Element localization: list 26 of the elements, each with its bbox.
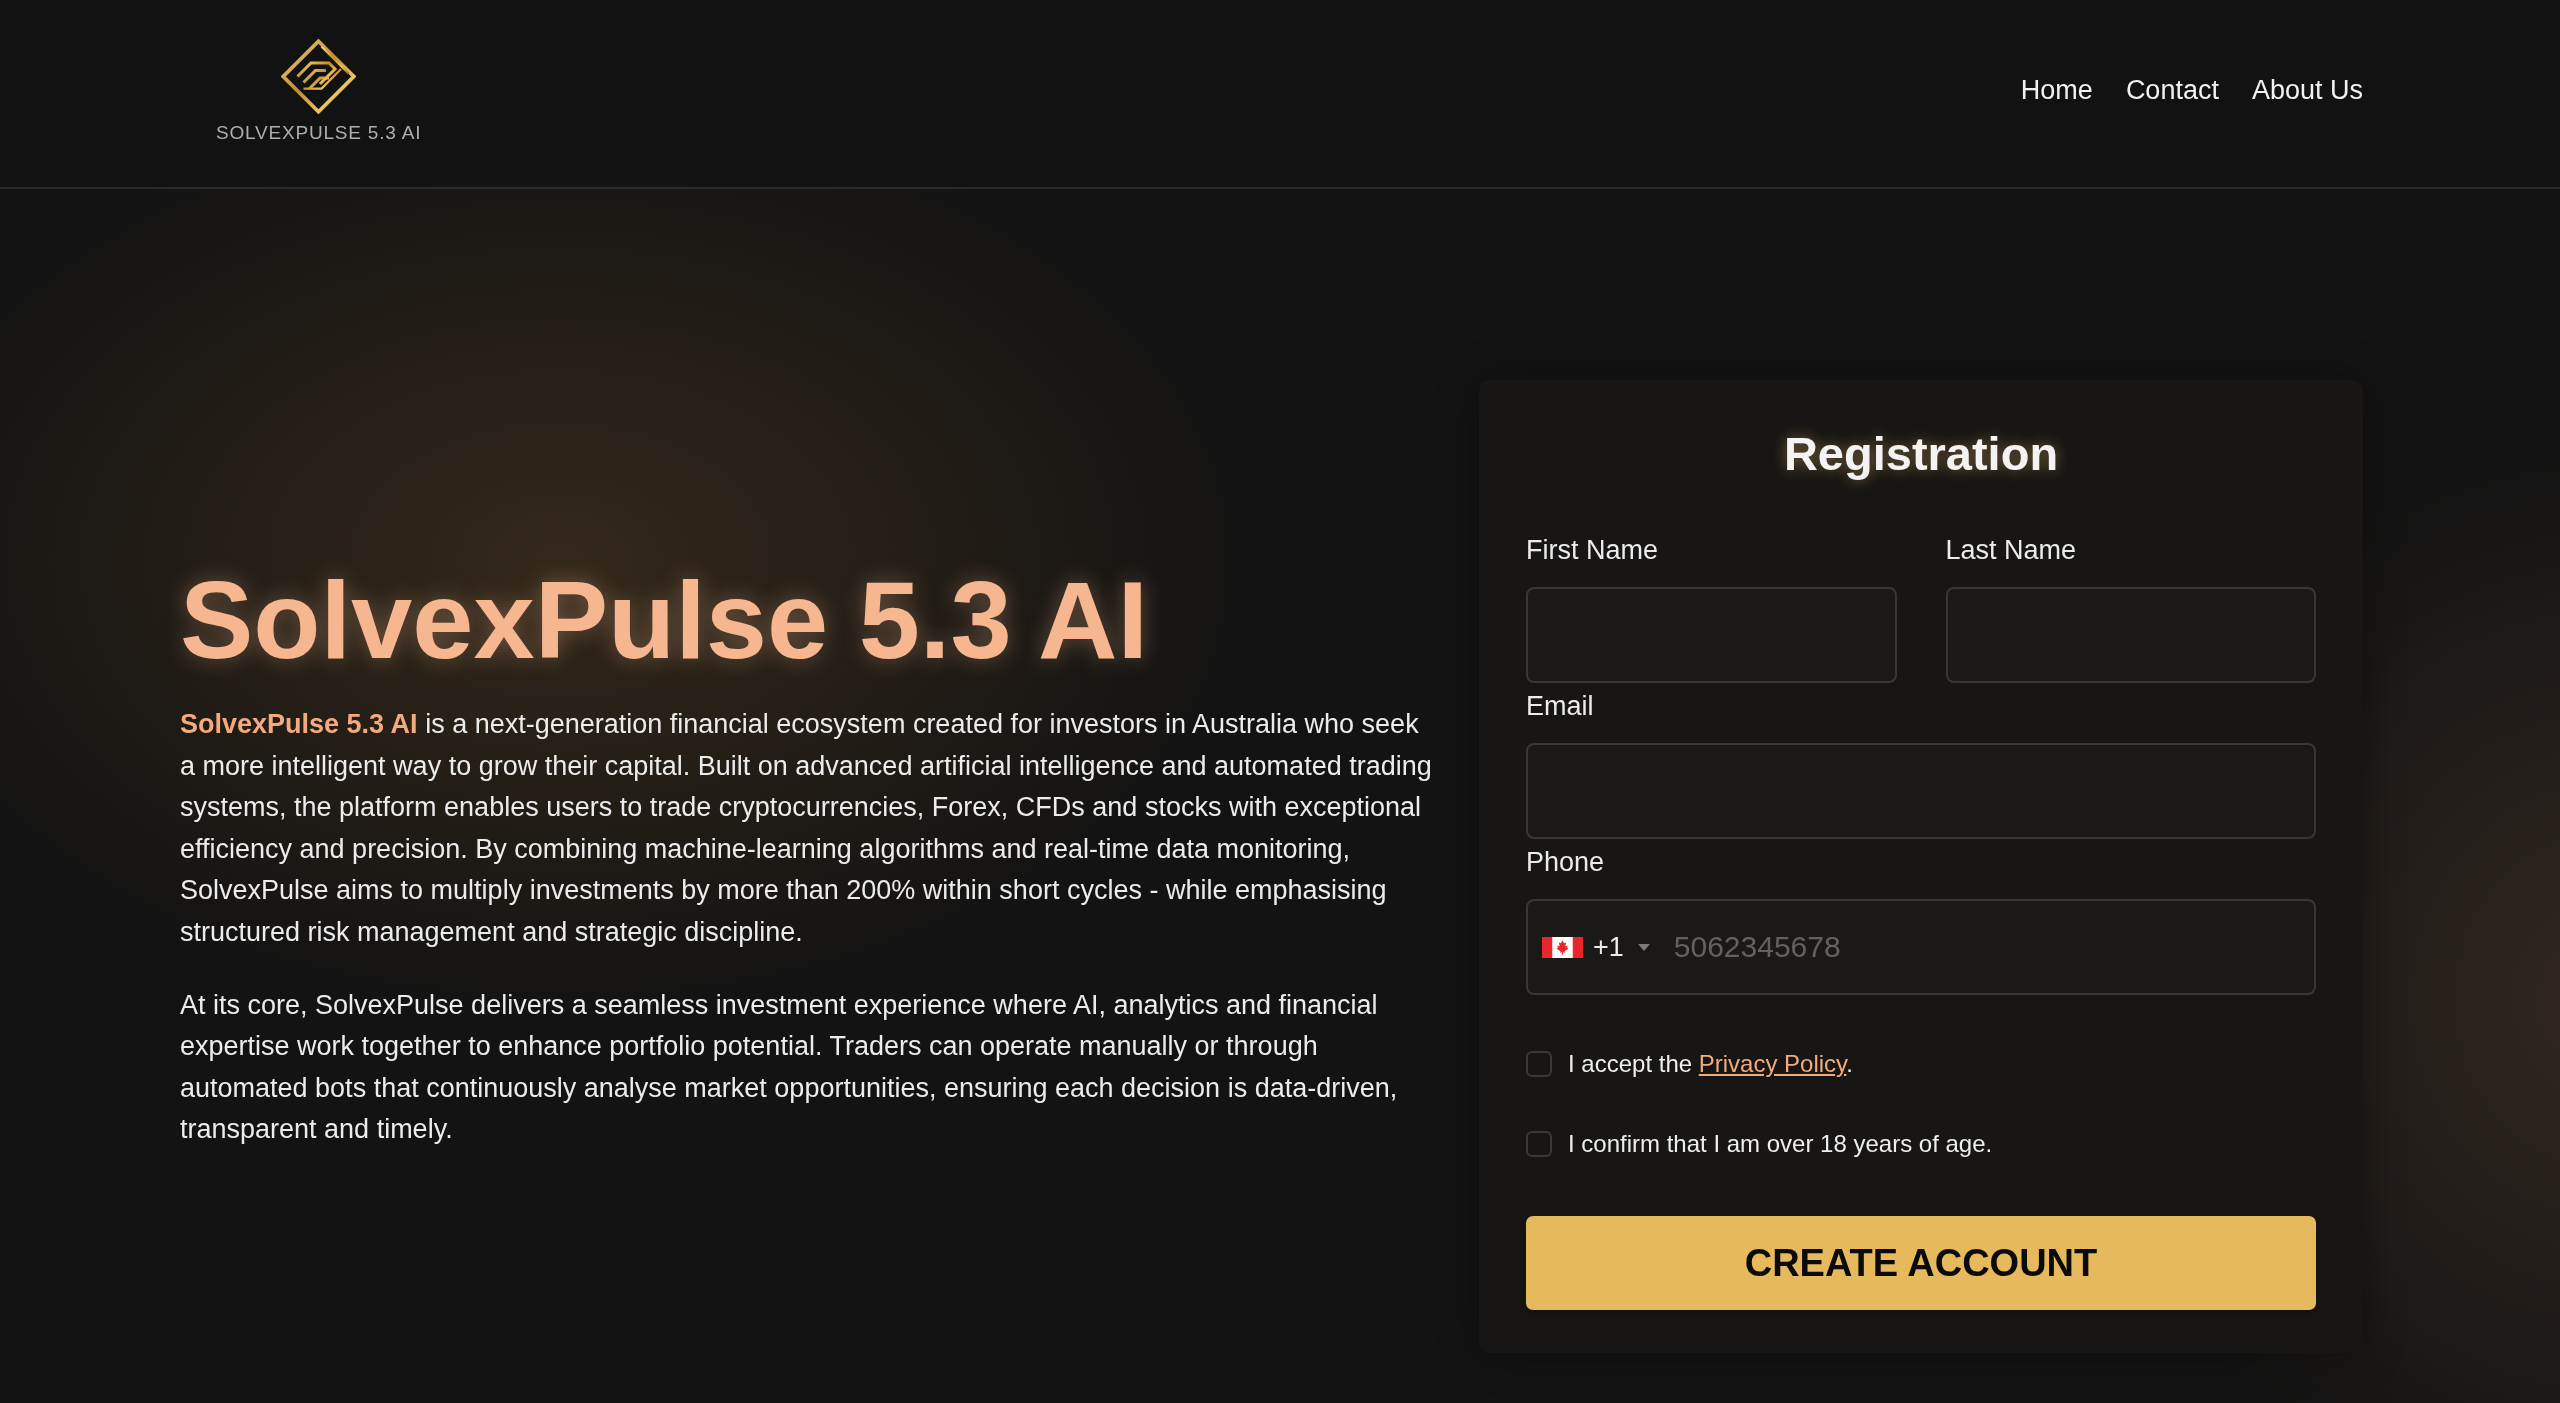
field-label: First Name: [1526, 534, 1659, 567]
hero-paragraph: SolvexPulse 5.3 AI is a next-generation financial ecosystem created for investors in Australia who seek a more intelligent way to grow their capital. Built on advanced artificial intelligence and automated trading systems, the platform enables users to trade cryptocurrencies, Forex, CFDs and stocks with exceptional efficiency and precision. By combining machine-learning algorithms and real-time data monitoring, SolvexPulse aims to multiply investments by more than 200% within short cycles - while emphasising structured risk management and strategic discipline.: [180, 708, 1433, 949]
input-field[interactable]: [1526, 743, 2316, 839]
create-account-button[interactable]: CREATE ACCOUNT: [1526, 1216, 2316, 1310]
form-title: Registration: [1782, 426, 2060, 482]
hero-paragraph: At its core, SolvexPulse delivers a seamless investment experience where AI, analytics and financial expertise work together to enhance portfolio potential. Traders can operate manually or through automated bots that continuously analyse market opportunities, ensuring each decision is data-driven, transparent and timely.: [180, 988, 1399, 1147]
logo-icon[interactable]: [281, 39, 357, 114]
flag-icon: [1542, 936, 1583, 958]
nav-link[interactable]: Contact: [2125, 74, 2219, 105]
consent-text: I confirm that I am over 18 years of age.: [1568, 1129, 1993, 1160]
phone-field[interactable]: +1 5062345678: [1526, 899, 2316, 995]
brand-name: SOLVEXPULSE 5.3 AI: [216, 123, 422, 142]
country-code-select[interactable]: +1: [1542, 933, 1650, 961]
privacy-policy-link[interactable]: Privacy Policy: [1698, 1050, 1847, 1078]
nav-link[interactable]: About Us: [2251, 74, 2363, 105]
field-label: Phone: [1526, 846, 1606, 879]
consent-text: I accept the Privacy Policy.: [1568, 1049, 1853, 1080]
field-label: Email: [1526, 690, 1595, 723]
nav-link[interactable]: Home: [2020, 74, 2093, 105]
field-label: Last Name: [1945, 534, 2078, 567]
hero-title: SolvexPulse 5.3 AI: [180, 557, 1150, 683]
input-field[interactable]: [1526, 587, 1897, 683]
checkbox[interactable]: [1526, 1131, 1552, 1157]
checkbox[interactable]: [1526, 1051, 1552, 1077]
input-field[interactable]: [1945, 587, 2316, 683]
caret-icon: [1637, 943, 1650, 951]
